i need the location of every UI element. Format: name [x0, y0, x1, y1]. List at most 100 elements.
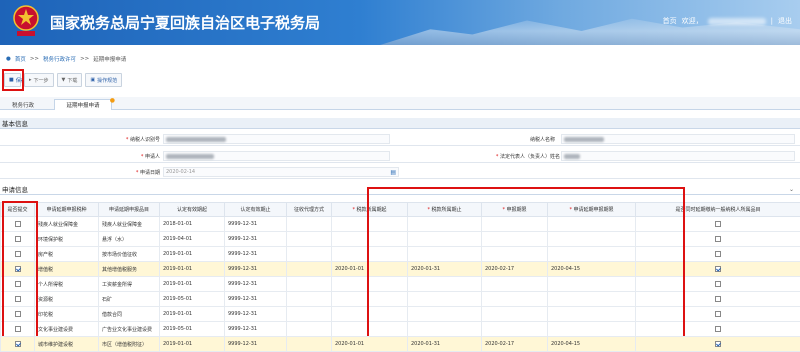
taxpayer-name-field[interactable]: [561, 134, 795, 144]
form-row-3: * 申请日期 2020-02-14 ▤: [0, 165, 800, 179]
table-row: 房产税按市场价值征收2019-01-019999-12-31: [1, 247, 800, 262]
apply-date-field[interactable]: 2020-02-14 ▤: [163, 167, 399, 177]
breadcrumb-sep: >>: [30, 56, 39, 62]
cell-collect-method: [287, 307, 332, 322]
also-delay-pay-checkbox[interactable]: [715, 221, 721, 227]
submit-checkbox[interactable]: [15, 311, 21, 317]
save-button[interactable]: ■ 保存: [4, 73, 21, 87]
taxpayer-id-label: * 纳税人识别号: [110, 136, 160, 143]
cell-tax-item: 残疾人就业保障金: [99, 217, 160, 232]
breadcrumb-sep: >>: [80, 56, 89, 62]
cell-tax-item: 借款合同: [99, 307, 160, 322]
download-button[interactable]: ▼ 下载: [57, 73, 83, 87]
cell-checkbox: [1, 262, 35, 277]
col-period-to: * 税款所属期止: [408, 203, 482, 217]
submit-checkbox[interactable]: [15, 296, 21, 302]
cell-checkbox: [636, 262, 800, 277]
table-row: 资源税石矿2019-05-019999-12-31: [1, 292, 800, 307]
also-delay-pay-checkbox[interactable]: [715, 311, 721, 317]
also-delay-pay-checkbox[interactable]: [715, 266, 721, 272]
cell-checkbox: [1, 232, 35, 247]
cell-delay-deadline: [548, 277, 636, 292]
cell-valid-to: 9999-12-31: [225, 307, 287, 322]
submit-checkbox[interactable]: [15, 236, 21, 242]
cell-checkbox: [1, 277, 35, 292]
cell-tax-item: 石矿: [99, 292, 160, 307]
also-delay-pay-checkbox[interactable]: [715, 326, 721, 332]
cell-period-from: [332, 247, 408, 262]
cell-tax-item: 市区（增值税附征）: [99, 337, 160, 352]
basic-info-header[interactable]: 基本信息: [0, 118, 800, 129]
guide-button[interactable]: ▣ 操作规范: [85, 73, 122, 87]
cell-delay-deadline: [548, 307, 636, 322]
cell-period-to: [408, 322, 482, 337]
submit-checkbox[interactable]: [15, 221, 21, 227]
apply-date-label: * 申请日期: [110, 169, 160, 176]
cell-collect-method: [287, 232, 332, 247]
submit-checkbox[interactable]: [15, 281, 21, 287]
cell-tax-type: 资源税: [35, 292, 99, 307]
applicant-field[interactable]: [163, 151, 390, 161]
cell-period-from: [332, 292, 408, 307]
header-banner: 国家税务总局宁夏回族自治区电子税务局 首页 欢迎， | 退出: [0, 0, 800, 45]
submit-checkbox[interactable]: [15, 251, 21, 257]
cell-collect-method: [287, 337, 332, 352]
tab-tax-admin[interactable]: 税务行政: [4, 99, 42, 110]
cell-tax-item: 悬浮（水）: [99, 232, 160, 247]
collapse-chevron-icon[interactable]: ⌄: [789, 186, 794, 193]
cell-delay-deadline: 2020-04-15: [548, 262, 636, 277]
calendar-icon[interactable]: ▤: [390, 169, 398, 176]
cell-checkbox: [1, 322, 35, 337]
tab-delay-declare[interactable]: 延期申报申请 ●: [54, 99, 112, 110]
username: [708, 18, 766, 25]
logout-link[interactable]: 退出: [778, 16, 792, 26]
cell-period-from: [332, 277, 408, 292]
cell-tax-type: 文化事业建设费: [35, 322, 99, 337]
tax-emblem-icon: [12, 4, 40, 38]
cell-valid-to: 9999-12-31: [225, 262, 287, 277]
cell-period-from: [332, 232, 408, 247]
form-row-2: * 申请人 * 法定代表人（负责人）姓名: [0, 149, 800, 163]
cell-valid-to: 9999-12-31: [225, 322, 287, 337]
cell-valid-to: 9999-12-31: [225, 277, 287, 292]
cell-valid-from: 2019-01-01: [160, 277, 225, 292]
next-step-button[interactable]: ▸ 下一步: [24, 73, 54, 87]
col-valid-from: 认定有效期起: [160, 203, 225, 217]
cell-valid-from: 2019-05-01: [160, 292, 225, 307]
taxpayer-id-field[interactable]: [163, 134, 390, 144]
also-delay-pay-checkbox[interactable]: [715, 296, 721, 302]
cell-checkbox: [1, 217, 35, 232]
cell-delay-deadline: [548, 217, 636, 232]
cell-period-to: [408, 292, 482, 307]
home-link[interactable]: 首页: [663, 16, 677, 26]
cell-collect-method: [287, 322, 332, 337]
also-delay-pay-checkbox[interactable]: [715, 341, 721, 347]
cell-period-from: [332, 217, 408, 232]
col-tax-type: 申请延期申报税种: [35, 203, 99, 217]
tab-marker-icon: ●: [110, 97, 115, 104]
also-delay-pay-checkbox[interactable]: [715, 236, 721, 242]
submit-checkbox[interactable]: [15, 341, 21, 347]
breadcrumb-home[interactable]: 首页: [15, 55, 26, 63]
cell-checkbox: [636, 217, 800, 232]
cell-tax-type: 城市维护建设税: [35, 337, 99, 352]
cell-collect-method: [287, 262, 332, 277]
legal-rep-field[interactable]: [561, 151, 795, 161]
col-deadline: * 申报期限: [482, 203, 548, 217]
cell-period-to: [408, 307, 482, 322]
cell-period-to: [408, 247, 482, 262]
col-also-delay-pay: 是否同时延期缴纳一般纳税人所属品目: [636, 203, 800, 217]
cell-valid-from: 2019-01-01: [160, 337, 225, 352]
submit-checkbox[interactable]: [15, 266, 21, 272]
also-delay-pay-checkbox[interactable]: [715, 281, 721, 287]
apply-info-header[interactable]: 申请信息 ⌄: [0, 184, 800, 195]
submit-checkbox[interactable]: [15, 326, 21, 332]
cell-checkbox: [636, 247, 800, 262]
cell-checkbox: [1, 292, 35, 307]
cell-delay-deadline: 2020-04-15: [548, 337, 636, 352]
cell-collect-method: [287, 277, 332, 292]
breadcrumb-admin-license[interactable]: 税务行政许可: [43, 55, 76, 63]
cell-tax-type: 房产税: [35, 247, 99, 262]
cell-valid-from: 2019-01-01: [160, 262, 225, 277]
also-delay-pay-checkbox[interactable]: [715, 251, 721, 257]
